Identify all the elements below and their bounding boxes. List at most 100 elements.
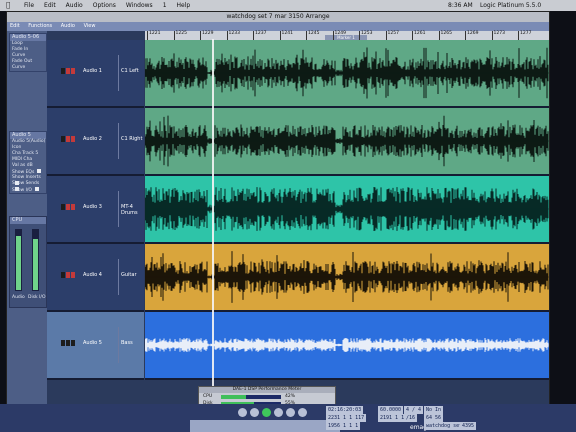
waveform	[145, 251, 549, 303]
region-param-row[interactable]: Curve	[10, 65, 46, 71]
track-region-label[interactable]: Guitar	[121, 272, 137, 278]
track-header-audio-5[interactable]: Audio 5 Bass	[47, 312, 144, 380]
track-region-label[interactable]: Bass	[121, 340, 133, 346]
track-region-label[interactable]: MT-4 Drums	[121, 204, 144, 216]
track-buttons	[61, 340, 75, 346]
menu-app-name[interactable]: Logic Platinum 5.5.0	[480, 0, 541, 11]
track-region-label[interactable]: C1 Right	[121, 136, 142, 142]
disk-meter-fill	[33, 239, 38, 290]
menu-options[interactable]: Options	[93, 0, 116, 11]
audio-region[interactable]	[145, 176, 549, 244]
menu-file[interactable]: File	[24, 0, 34, 11]
record-button[interactable]	[66, 340, 70, 346]
bar-position-display[interactable]: 2231 1 1 117	[326, 414, 367, 422]
audio-region[interactable]	[145, 108, 549, 176]
sync-out-display[interactable]: 64 56	[424, 414, 444, 422]
track-divider	[118, 327, 119, 363]
track-region-label[interactable]: C1 Left	[121, 68, 139, 74]
ruler-bar-label: 1225	[173, 31, 187, 40]
cpu-bar-fill	[221, 395, 247, 399]
cpu-value: 42%	[285, 394, 296, 399]
local-menu-audio[interactable]: Audio	[61, 23, 75, 29]
menu-windows[interactable]: Windows	[126, 0, 153, 11]
track-divider	[118, 123, 119, 159]
solo-button[interactable]	[71, 204, 75, 210]
rewind-button[interactable]	[238, 408, 247, 417]
cpu-meter-header: CPU	[10, 217, 46, 224]
audio-region[interactable]	[145, 244, 549, 312]
play-button[interactable]	[262, 408, 271, 417]
mute-button[interactable]	[61, 68, 65, 74]
stop-button[interactable]	[250, 408, 259, 417]
menu-screenset[interactable]: 1	[163, 0, 167, 11]
pause-button[interactable]	[274, 408, 283, 417]
track-name[interactable]: Audio 4	[83, 272, 102, 278]
show-io-option[interactable]: Show I/O	[10, 187, 46, 193]
track-name[interactable]: Audio 1	[83, 68, 102, 74]
track-parameters-header[interactable]: Audio 5	[10, 132, 46, 139]
apple-menu-icon[interactable]: 	[6, 0, 10, 11]
track-header-audio-2[interactable]: Audio 2 C1 Right	[47, 108, 144, 176]
solo-button[interactable]	[71, 136, 75, 142]
window-title[interactable]: watchdog set 7 mar 3150 Arrange	[7, 12, 549, 22]
menu-audio[interactable]: Audio	[66, 0, 83, 11]
left-locator-display[interactable]: 1956 1 1 1	[326, 422, 361, 430]
ruler-bar-label: 1237	[253, 31, 266, 40]
local-menu-edit[interactable]: Edit	[10, 23, 20, 29]
audio-region[interactable]	[145, 40, 549, 108]
mute-button[interactable]	[61, 340, 65, 346]
disk-level-meter	[32, 229, 39, 291]
signature-display[interactable]: 4 / 4	[404, 406, 424, 414]
sync-in-display[interactable]: No In	[424, 406, 444, 414]
track-header-audio-1[interactable]: Audio 1 C1 Left	[47, 40, 144, 108]
solo-button[interactable]	[71, 68, 75, 74]
record-button[interactable]	[66, 272, 70, 278]
song-position-line[interactable]	[212, 39, 214, 403]
tempo-display[interactable]: 60.0000	[378, 406, 404, 414]
region-parameters-header[interactable]: Audio 5-06	[10, 34, 46, 41]
show-eqs-checkbox[interactable]	[37, 169, 42, 173]
bar-ruler[interactable]: Marker 1 1221 1225 1229 1233 1237 1241 1245 124…	[145, 31, 549, 40]
mute-button[interactable]	[61, 272, 65, 278]
waveform	[145, 338, 549, 352]
forward-button[interactable]	[286, 408, 295, 417]
track-header-audio-3[interactable]: Audio 3 MT-4 Drums	[47, 176, 144, 244]
waveform	[145, 47, 549, 99]
show-io-checkbox[interactable]	[34, 187, 39, 191]
track-buttons	[61, 272, 75, 278]
track-name[interactable]: Audio 5	[83, 340, 102, 346]
solo-button[interactable]	[71, 340, 75, 346]
mute-button[interactable]	[61, 204, 65, 210]
track-header-audio-4[interactable]: Audio 4 Guitar	[47, 244, 144, 312]
ruler-bar-label: 1253	[359, 31, 372, 40]
smpte-display[interactable]: 02:16:20:03	[326, 406, 364, 414]
cpu-meter-panel: CPU Audio Disk I/O	[9, 216, 47, 308]
record-transport-button[interactable]	[298, 408, 307, 417]
local-menu-functions[interactable]: Functions	[28, 23, 52, 29]
record-button[interactable]	[66, 204, 70, 210]
mute-button[interactable]	[61, 136, 65, 142]
track-name[interactable]: Audio 2	[83, 136, 102, 142]
ruler-bar-label: 1241	[279, 31, 293, 40]
division-display[interactable]: /16	[404, 414, 418, 422]
cpu-label: CPU	[203, 394, 213, 399]
transport-lower-panel	[190, 420, 340, 432]
local-menu-view[interactable]: View	[84, 23, 96, 29]
track-buttons	[61, 136, 75, 142]
performance-meter-title[interactable]: DAE-1 DSP Performance Meter	[199, 387, 335, 393]
record-button[interactable]	[66, 136, 70, 142]
menu-help[interactable]: Help	[177, 0, 191, 11]
disk-meter-label: Disk I/O	[28, 295, 46, 300]
solo-button[interactable]	[71, 272, 75, 278]
menu-edit[interactable]: Edit	[44, 0, 56, 11]
audio-region[interactable]	[145, 312, 549, 380]
param-value[interactable]: dB	[27, 163, 33, 168]
arrange-area[interactable]	[145, 40, 549, 404]
transport-bar: 02:16:20:03 2231 1 1 117 1956 1 1 1 60.0…	[0, 404, 576, 432]
record-button[interactable]	[66, 68, 70, 74]
waveform	[145, 187, 549, 231]
param-value[interactable]: Track 5	[22, 151, 38, 156]
audio-meter-label: Audio	[12, 295, 25, 300]
track-name[interactable]: Audio 3	[83, 204, 102, 210]
ruler-bar-label: 1277	[518, 31, 531, 40]
